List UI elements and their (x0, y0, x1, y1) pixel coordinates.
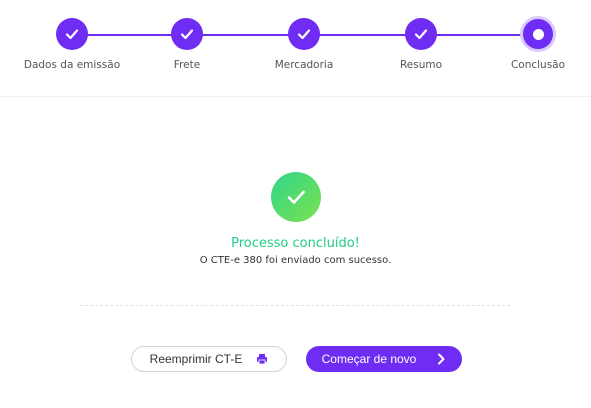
printer-icon (256, 353, 268, 365)
step-label: Dados da emissão (23, 59, 121, 71)
step-label: Resumo (399, 59, 443, 71)
restart-button-label: Começar de novo (321, 352, 417, 366)
step-dados-da-emissao[interactable]: Dados da emissão (12, 19, 132, 71)
step-check-icon (172, 19, 202, 49)
reprint-button[interactable]: Reemprimir CT-E (131, 346, 287, 372)
success-message: O CTE-e 380 foi enviado com sucesso. (199, 255, 392, 266)
step-check-icon (57, 19, 87, 49)
chevron-right-icon (436, 353, 446, 365)
step-resumo[interactable]: Resumo (361, 19, 481, 71)
reprint-button-label: Reemprimir CT-E (149, 352, 243, 366)
progress-stepper: Dados da emissão Frete Mercadoria Resumo… (0, 0, 591, 97)
step-check-icon (289, 19, 319, 49)
step-label: Frete (173, 59, 201, 71)
step-current-dot-icon (523, 19, 553, 49)
step-check-icon (406, 19, 436, 49)
restart-button[interactable]: Começar de novo (306, 346, 462, 372)
step-mercadoria[interactable]: Mercadoria (244, 19, 364, 71)
step-conclusao[interactable]: Conclusão (478, 19, 591, 71)
step-label: Mercadoria (274, 59, 334, 71)
step-frete[interactable]: Frete (127, 19, 247, 71)
success-check-icon (270, 172, 321, 222)
step-label: Conclusão (510, 59, 566, 71)
success-panel: Processo concluído! O CTE-e 380 foi envi… (0, 172, 591, 266)
dashed-divider (80, 305, 510, 306)
success-title: Processo concluído! (231, 236, 360, 251)
